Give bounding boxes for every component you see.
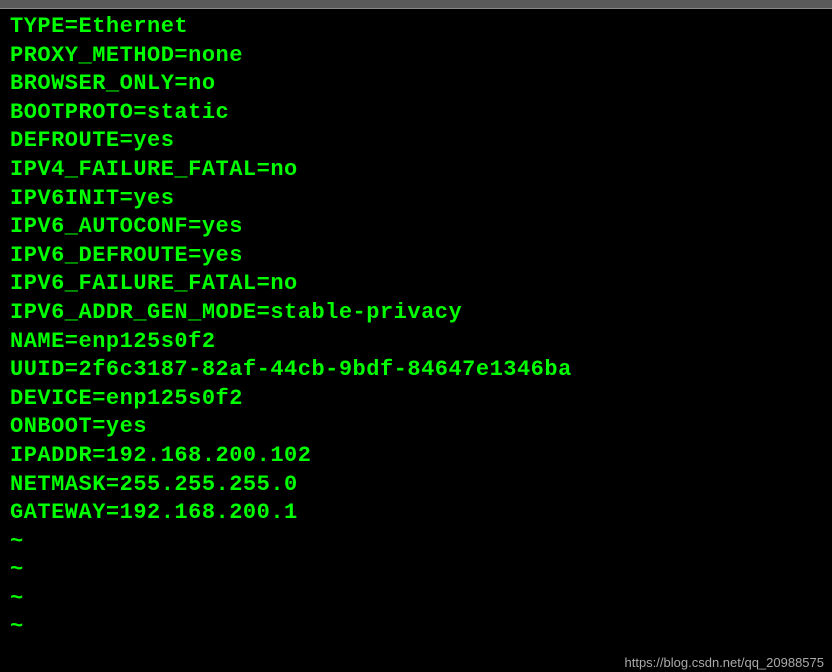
config-line: UUID=2f6c3187-82af-44cb-9bdf-84647e1346b… [10,356,822,385]
config-line: IPV6INIT=yes [10,185,822,214]
config-line: IPV4_FAILURE_FATAL=no [10,156,822,185]
vim-tilde: ~ [10,585,822,614]
window-title-bar [0,0,832,9]
config-line: NAME=enp125s0f2 [10,328,822,357]
terminal-editor[interactable]: TYPE=Ethernet PROXY_METHOD=none BROWSER_… [0,9,832,642]
config-line: DEFROUTE=yes [10,127,822,156]
config-line: PROXY_METHOD=none [10,42,822,71]
config-line: IPV6_ADDR_GEN_MODE=stable-privacy [10,299,822,328]
config-line: IPV6_AUTOCONF=yes [10,213,822,242]
config-line: IPV6_FAILURE_FATAL=no [10,270,822,299]
config-line: IPADDR=192.168.200.102 [10,442,822,471]
config-line: ONBOOT=yes [10,413,822,442]
config-line: NETMASK=255.255.255.0 [10,471,822,500]
config-line: BOOTPROTO=static [10,99,822,128]
vim-tilde: ~ [10,528,822,557]
config-line: GATEWAY=192.168.200.1 [10,499,822,528]
vim-tilde: ~ [10,556,822,585]
watermark-text: https://blog.csdn.net/qq_20988575 [625,655,825,670]
config-line: TYPE=Ethernet [10,13,822,42]
vim-tilde: ~ [10,613,822,642]
config-line: DEVICE=enp125s0f2 [10,385,822,414]
config-line: BROWSER_ONLY=no [10,70,822,99]
config-line: IPV6_DEFROUTE=yes [10,242,822,271]
